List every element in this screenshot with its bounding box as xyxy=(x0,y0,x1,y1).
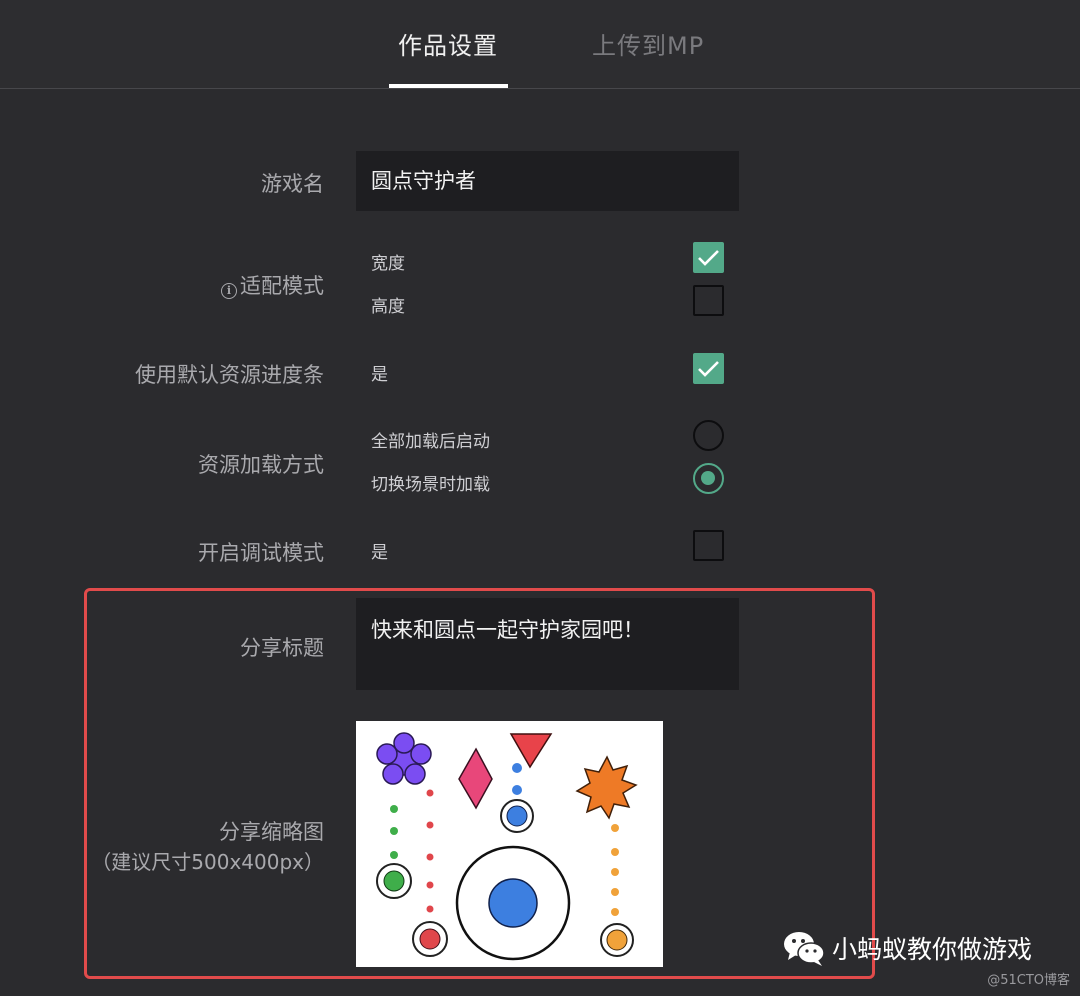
thumbnail-artwork xyxy=(376,732,638,961)
load-all-radio[interactable] xyxy=(693,420,724,451)
default-progress-option: 是 xyxy=(371,365,388,385)
load-mode-option-scene: 切换场景时加载 xyxy=(371,475,490,495)
pink-diamond-shape xyxy=(458,747,493,810)
share-thumbnail-label: 分享缩略图 xyxy=(219,820,324,844)
ringed-green-circle xyxy=(376,863,412,899)
orange-dots xyxy=(611,824,619,916)
tab-upload-mp[interactable]: 上传到MP xyxy=(592,26,704,61)
green-dots xyxy=(390,805,398,859)
default-progress-label: 使用默认资源进度条 xyxy=(135,363,324,387)
ringed-blue-circle xyxy=(500,799,534,833)
wechat-icon xyxy=(782,928,826,975)
default-progress-checkbox[interactable] xyxy=(693,353,724,384)
check-icon xyxy=(698,250,719,266)
active-tab-indicator xyxy=(389,84,508,88)
fit-mode-option-height: 高度 xyxy=(371,297,405,317)
share-title-label: 分享标题 xyxy=(240,636,324,660)
large-ringed-blue-circle xyxy=(455,845,571,961)
share-thumbnail-hint: （建议尺寸500x400px） xyxy=(91,850,324,874)
info-icon[interactable]: i xyxy=(221,283,237,299)
load-scene-radio[interactable] xyxy=(693,463,724,494)
game-name-label: 游戏名 xyxy=(261,172,324,196)
blue-dots xyxy=(512,763,522,795)
load-mode-option-all: 全部加载后启动 xyxy=(371,432,490,452)
top-tab-bar: 作品设置 上传到MP xyxy=(0,0,1080,89)
share-thumbnail-image[interactable] xyxy=(356,721,663,967)
debug-mode-checkbox[interactable] xyxy=(693,530,724,561)
share-title-input[interactable]: 快来和圆点一起守护家园吧！ xyxy=(356,598,739,690)
radio-dot xyxy=(701,471,715,485)
debug-mode-label: 开启调试模式 xyxy=(198,541,324,565)
fit-mode-label-text: 适配模式 xyxy=(240,274,324,298)
game-name-input[interactable]: 圆点守护者 xyxy=(356,151,739,211)
check-icon xyxy=(698,361,719,377)
fit-mode-option-width: 宽度 xyxy=(371,254,405,274)
source-watermark: @51CTO博客 xyxy=(987,973,1070,988)
red-triangle-shape xyxy=(509,733,553,769)
red-dots xyxy=(426,789,434,913)
purple-flower-shape xyxy=(376,732,432,785)
load-mode-label: 资源加载方式 xyxy=(198,453,324,477)
debug-mode-option: 是 xyxy=(371,543,388,563)
fit-mode-label: i 适配模式 xyxy=(221,270,324,300)
fit-height-checkbox[interactable] xyxy=(693,285,724,316)
watermark-text: 小蚂蚁教你做游戏 xyxy=(832,935,1033,964)
tab-project-settings[interactable]: 作品设置 xyxy=(398,26,498,61)
ringed-red-circle xyxy=(412,921,448,957)
ringed-orange-circle xyxy=(600,923,634,957)
orange-star-shape xyxy=(575,755,638,820)
fit-width-checkbox[interactable] xyxy=(693,242,724,273)
